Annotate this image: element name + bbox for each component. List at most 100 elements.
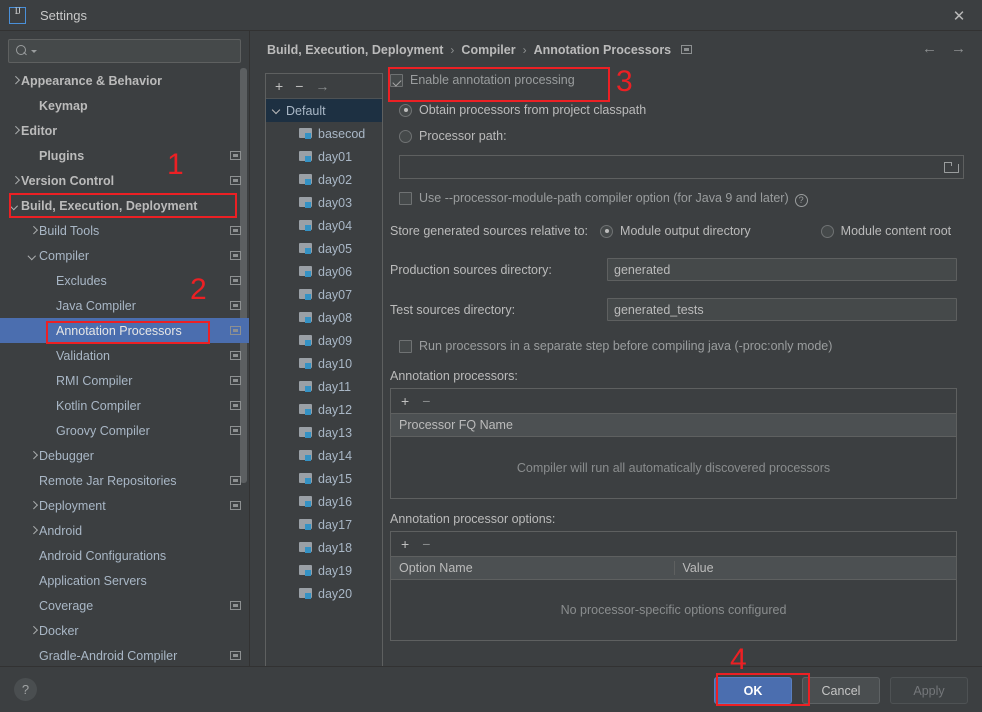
module-list-item[interactable]: day07 bbox=[266, 283, 382, 306]
module-list-item[interactable]: day09 bbox=[266, 329, 382, 352]
chevron-down-icon[interactable] bbox=[10, 200, 21, 211]
chevron-down-icon[interactable] bbox=[270, 105, 286, 116]
module-list-item[interactable]: day19 bbox=[266, 559, 382, 582]
breadcrumb-part-1[interactable]: Compiler bbox=[461, 43, 515, 57]
settings-search-box[interactable] bbox=[8, 39, 241, 63]
module-list-item[interactable]: day10 bbox=[266, 352, 382, 375]
use-processor-module-path-checkbox[interactable] bbox=[399, 191, 412, 205]
module-list-item[interactable]: day01 bbox=[266, 145, 382, 168]
module-list-item[interactable]: day05 bbox=[266, 237, 382, 260]
production-sources-input[interactable]: generated bbox=[607, 258, 957, 281]
processor-path-row[interactable]: Processor path: bbox=[399, 125, 970, 147]
sidebar-item-excludes[interactable]: Excludes bbox=[0, 268, 249, 293]
chevron-right-icon[interactable] bbox=[28, 225, 39, 236]
sidebar-item-annotation-processors[interactable]: Annotation Processors bbox=[0, 318, 249, 343]
module-list-item[interactable]: basecod bbox=[266, 122, 382, 145]
help-button[interactable]: ? bbox=[14, 678, 37, 701]
module-list-item[interactable]: day13 bbox=[266, 421, 382, 444]
module-list-item[interactable]: day12 bbox=[266, 398, 382, 421]
module-list-item[interactable]: day20 bbox=[266, 582, 382, 605]
sidebar-item-android[interactable]: Android bbox=[0, 518, 249, 543]
breadcrumb-part-0[interactable]: Build, Execution, Deployment bbox=[267, 43, 443, 57]
sidebar-item-version-control[interactable]: Version Control bbox=[0, 168, 249, 193]
ok-button[interactable]: OK bbox=[714, 677, 792, 704]
test-sources-input[interactable]: generated_tests bbox=[607, 298, 957, 321]
help-question-icon[interactable]: ? bbox=[794, 193, 808, 207]
module-content-root-radio[interactable] bbox=[820, 224, 834, 238]
sidebar-item-android-configurations[interactable]: Android Configurations bbox=[0, 543, 249, 568]
add-profile-button[interactable]: + bbox=[275, 79, 283, 93]
search-input[interactable] bbox=[37, 44, 240, 58]
arrow-left-icon[interactable]: ← bbox=[922, 41, 937, 57]
module-list[interactable]: Default basecod day01 day02 day03 day04 day05… bbox=[266, 99, 382, 657]
sidebar-item-build-tools[interactable]: Build Tools bbox=[0, 218, 249, 243]
add-option-button[interactable]: + bbox=[401, 537, 409, 551]
settings-category-tree[interactable]: Appearance & Behavior Keymap Editor Plugins… bbox=[0, 68, 249, 666]
chevron-right-icon[interactable] bbox=[28, 500, 39, 511]
sidebar-item-plugins[interactable]: Plugins bbox=[0, 143, 249, 168]
sidebar-item-deployment[interactable]: Deployment bbox=[0, 493, 249, 518]
chevron-right-icon[interactable] bbox=[28, 625, 39, 636]
sidebar-item-kotlin-compiler[interactable]: Kotlin Compiler bbox=[0, 393, 249, 418]
chevron-down-icon[interactable] bbox=[28, 250, 39, 261]
module-list-item[interactable]: day15 bbox=[266, 467, 382, 490]
obtain-from-classpath-row[interactable]: Obtain processors from project classpath bbox=[399, 99, 970, 121]
chevron-right-icon[interactable] bbox=[10, 175, 21, 186]
sidebar-item-keymap[interactable]: Keymap bbox=[0, 93, 249, 118]
module-output-directory-radio[interactable] bbox=[600, 224, 614, 238]
use-processor-module-path-row[interactable]: Use --processor-module-path compiler opt… bbox=[399, 187, 970, 209]
module-list-item[interactable]: day17 bbox=[266, 513, 382, 536]
enable-annotation-processing-row[interactable]: Enable annotation processing bbox=[390, 69, 970, 91]
module-list-item[interactable]: day11 bbox=[266, 375, 382, 398]
folder-browse-icon[interactable] bbox=[944, 162, 959, 173]
remove-option-button[interactable]: − bbox=[422, 537, 430, 551]
obtain-from-classpath-radio[interactable] bbox=[399, 103, 412, 117]
sidebar-item-compiler[interactable]: Compiler bbox=[0, 243, 249, 268]
enable-annotation-processing-checkbox[interactable] bbox=[390, 73, 403, 87]
sidebar-item-validation[interactable]: Validation bbox=[0, 343, 249, 368]
sidebar-item-appearance-behavior[interactable]: Appearance & Behavior bbox=[0, 68, 249, 93]
module-folder-icon bbox=[299, 128, 313, 139]
apply-button[interactable]: Apply bbox=[890, 677, 968, 704]
column-option-name[interactable]: Option Name bbox=[391, 561, 674, 575]
module-list-item[interactable]: day06 bbox=[266, 260, 382, 283]
sidebar-item-docker[interactable]: Docker bbox=[0, 618, 249, 643]
sidebar-item-groovy-compiler[interactable]: Groovy Compiler bbox=[0, 418, 249, 443]
module-list-item[interactable]: day04 bbox=[266, 214, 382, 237]
module-list-item[interactable]: day14 bbox=[266, 444, 382, 467]
breadcrumb-part-2[interactable]: Annotation Processors bbox=[534, 43, 672, 57]
cancel-button[interactable]: Cancel bbox=[802, 677, 880, 704]
run-separate-step-checkbox[interactable] bbox=[399, 339, 412, 353]
arrow-right-icon[interactable]: → bbox=[951, 41, 966, 57]
sidebar-item-gradle-android-compiler[interactable]: Gradle-Android Compiler bbox=[0, 643, 249, 666]
close-icon[interactable]: ✕ bbox=[936, 0, 982, 31]
move-to-profile-button[interactable]: → bbox=[315, 79, 329, 93]
sidebar-item-build-execution-deployment[interactable]: Build, Execution, Deployment bbox=[0, 193, 249, 218]
sidebar-item-rmi-compiler[interactable]: RMI Compiler bbox=[0, 368, 249, 393]
module-list-item[interactable]: day16 bbox=[266, 490, 382, 513]
column-value[interactable]: Value bbox=[673, 561, 957, 575]
remove-profile-button[interactable]: − bbox=[295, 79, 303, 93]
module-list-item[interactable]: day08 bbox=[266, 306, 382, 329]
add-processor-button[interactable]: + bbox=[401, 394, 409, 408]
chevron-right-icon[interactable] bbox=[28, 450, 39, 461]
sidebar-item-debugger[interactable]: Debugger bbox=[0, 443, 249, 468]
sidebar-item-editor[interactable]: Editor bbox=[0, 118, 249, 143]
module-list-item[interactable]: day02 bbox=[266, 168, 382, 191]
module-profile-root[interactable]: Default bbox=[266, 99, 382, 122]
processor-path-input[interactable] bbox=[399, 155, 964, 179]
project-scope-badge-icon bbox=[230, 276, 241, 285]
run-separate-step-row[interactable]: Run processors in a separate step before… bbox=[399, 335, 970, 357]
processor-path-radio[interactable] bbox=[399, 129, 412, 143]
module-list-item[interactable]: day18 bbox=[266, 536, 382, 559]
module-list-item[interactable]: day03 bbox=[266, 191, 382, 214]
sidebar-item-application-servers[interactable]: Application Servers bbox=[0, 568, 249, 593]
chevron-right-icon[interactable] bbox=[28, 525, 39, 536]
sidebar-item-remote-jar-repositories[interactable]: Remote Jar Repositories bbox=[0, 468, 249, 493]
sidebar-item-java-compiler[interactable]: Java Compiler bbox=[0, 293, 249, 318]
sidebar-item-coverage[interactable]: Coverage bbox=[0, 593, 249, 618]
chevron-right-icon[interactable] bbox=[10, 75, 21, 86]
chevron-right-icon[interactable] bbox=[10, 125, 21, 136]
column-processor-fq-name[interactable]: Processor FQ Name bbox=[391, 418, 956, 432]
remove-processor-button[interactable]: − bbox=[422, 394, 430, 408]
